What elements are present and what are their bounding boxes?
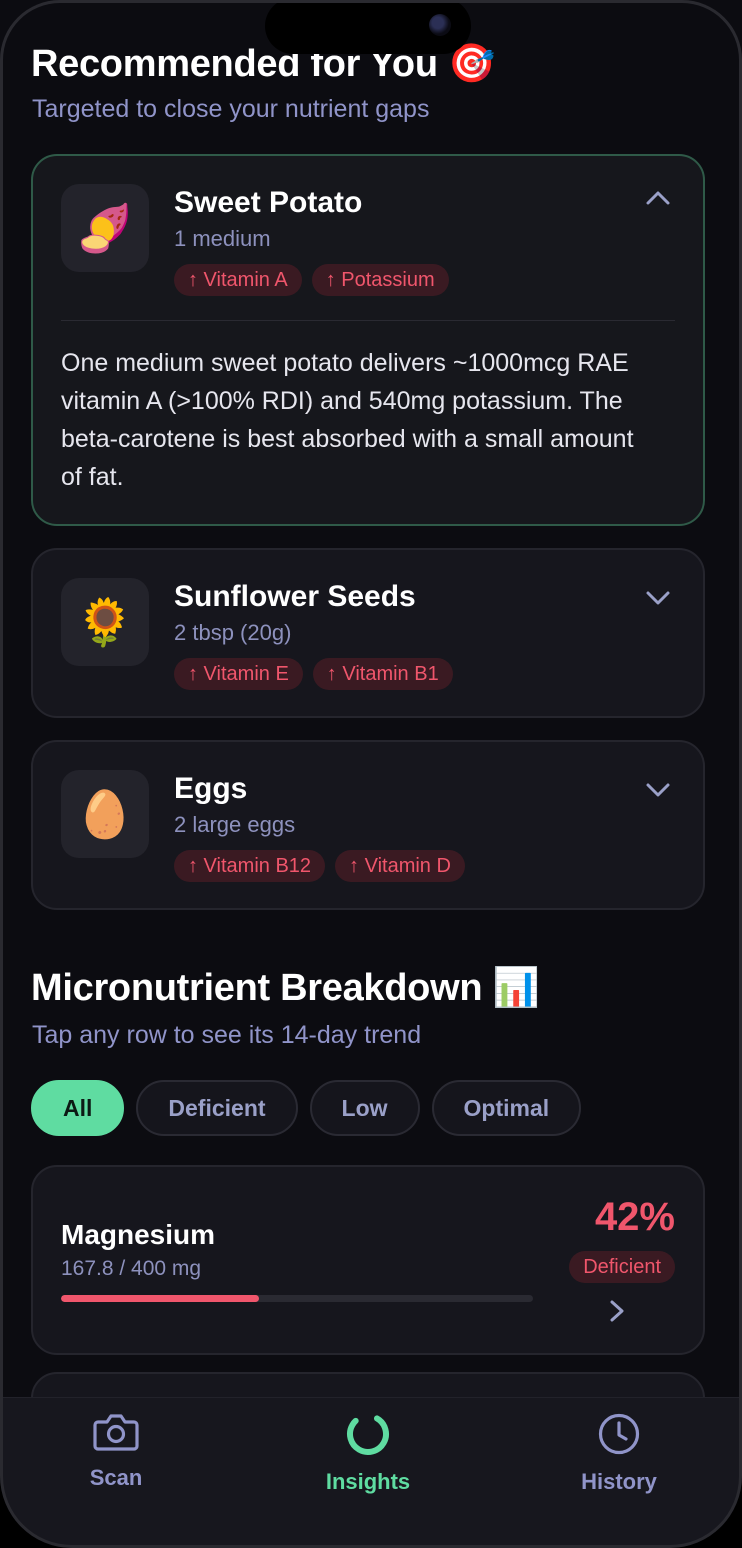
nutrient-tag: ↑ Vitamin D [335, 850, 465, 882]
food-card-sunflower-seeds[interactable]: 🌻 Sunflower Seeds 2 tbsp (20g) ↑ Vitamin… [31, 548, 705, 718]
nutrient-amount: 167.8 / 400 mg [61, 1257, 202, 1280]
tab-history[interactable]: History [539, 1412, 699, 1495]
tab-label: History [581, 1469, 657, 1494]
status-badge: Deficient [569, 1251, 675, 1283]
nutrient-tag: ↑ Potassium [311, 264, 449, 296]
food-name: Sunflower Seeds [174, 580, 416, 613]
food-serving: 1 medium [174, 226, 271, 251]
nutrient-percent: 42% [594, 1195, 675, 1239]
tab-label: Scan [89, 1465, 143, 1490]
chevron-up-icon[interactable] [645, 190, 671, 211]
eggs-thumb: 🥚 [61, 770, 149, 858]
food-name: Sweet Potato [174, 186, 363, 219]
ring-icon [346, 1412, 390, 1461]
dynamic-island [265, 0, 471, 54]
food-name: Eggs [174, 772, 248, 805]
tab-scan[interactable]: Scan [36, 1412, 196, 1491]
sweet-potato-icon: 🍠 [76, 201, 134, 254]
chevron-down-icon[interactable] [645, 590, 671, 611]
filter-chips: All Deficient Low Optimal [31, 1080, 582, 1136]
nutrient-progress-fill [61, 1295, 260, 1302]
bottom-tab-bar: Scan Insights History [0, 1397, 742, 1548]
sweet-potato-thumb: 🍠 [61, 184, 149, 272]
food-description: One medium sweet potato delivers ~1000mc… [61, 349, 634, 491]
card-divider [61, 320, 675, 321]
sunflower-seeds-thumb: 🌻 [61, 578, 149, 666]
nutrient-tag: ↑ Vitamin E [174, 658, 303, 690]
tab-label: Insights [325, 1469, 411, 1494]
chevron-right-icon [609, 1299, 625, 1328]
tab-insights[interactable]: Insights [288, 1412, 448, 1495]
food-card-sweet-potato[interactable]: 🍠 Sweet Potato 1 medium ↑ Vitamin A ↑ Po… [31, 154, 705, 526]
breakdown-subtitle: Tap any row to see its 14-day trend [32, 1021, 422, 1049]
filter-chip-deficient[interactable]: Deficient [136, 1080, 298, 1136]
nutrient-tags: ↑ Vitamin E ↑ Vitamin B1 [174, 658, 453, 690]
breakdown-title: Micronutrient Breakdown 📊 [31, 967, 540, 1009]
egg-icon: 🥚 [76, 787, 134, 840]
sunflower-icon: 🌻 [76, 595, 134, 648]
clock-icon [597, 1412, 641, 1461]
food-serving: 2 large eggs [174, 812, 296, 837]
nutrient-tag: ↑ Vitamin B1 [312, 658, 453, 690]
nutrient-tags: ↑ Vitamin A ↑ Potassium [174, 264, 449, 296]
food-card-eggs[interactable]: 🥚 Eggs 2 large eggs ↑ Vitamin B12 ↑ Vita… [31, 740, 705, 910]
nutrient-progress-bar [61, 1295, 533, 1302]
chevron-down-icon[interactable] [645, 782, 671, 803]
nutrient-row-magnesium[interactable]: Magnesium 167.8 / 400 mg 42% Deficient [31, 1165, 705, 1355]
front-camera [429, 14, 451, 36]
camera-icon [92, 1412, 140, 1457]
recommended-subtitle: Targeted to close your nutrient gaps [32, 95, 430, 123]
nutrient-tag: ↑ Vitamin A [174, 264, 302, 296]
nutrient-name: Magnesium [61, 1219, 216, 1250]
filter-chip-all[interactable]: All [31, 1080, 125, 1136]
phone-screen: Recommended for You 🎯 Targeted to close … [0, 0, 742, 1548]
nutrient-tags: ↑ Vitamin B12 ↑ Vitamin D [174, 850, 465, 882]
nutrient-tag: ↑ Vitamin B12 [174, 850, 326, 882]
filter-chip-low[interactable]: Low [309, 1080, 420, 1136]
filter-chip-optimal[interactable]: Optimal [431, 1080, 582, 1136]
food-serving: 2 tbsp (20g) [174, 620, 292, 645]
